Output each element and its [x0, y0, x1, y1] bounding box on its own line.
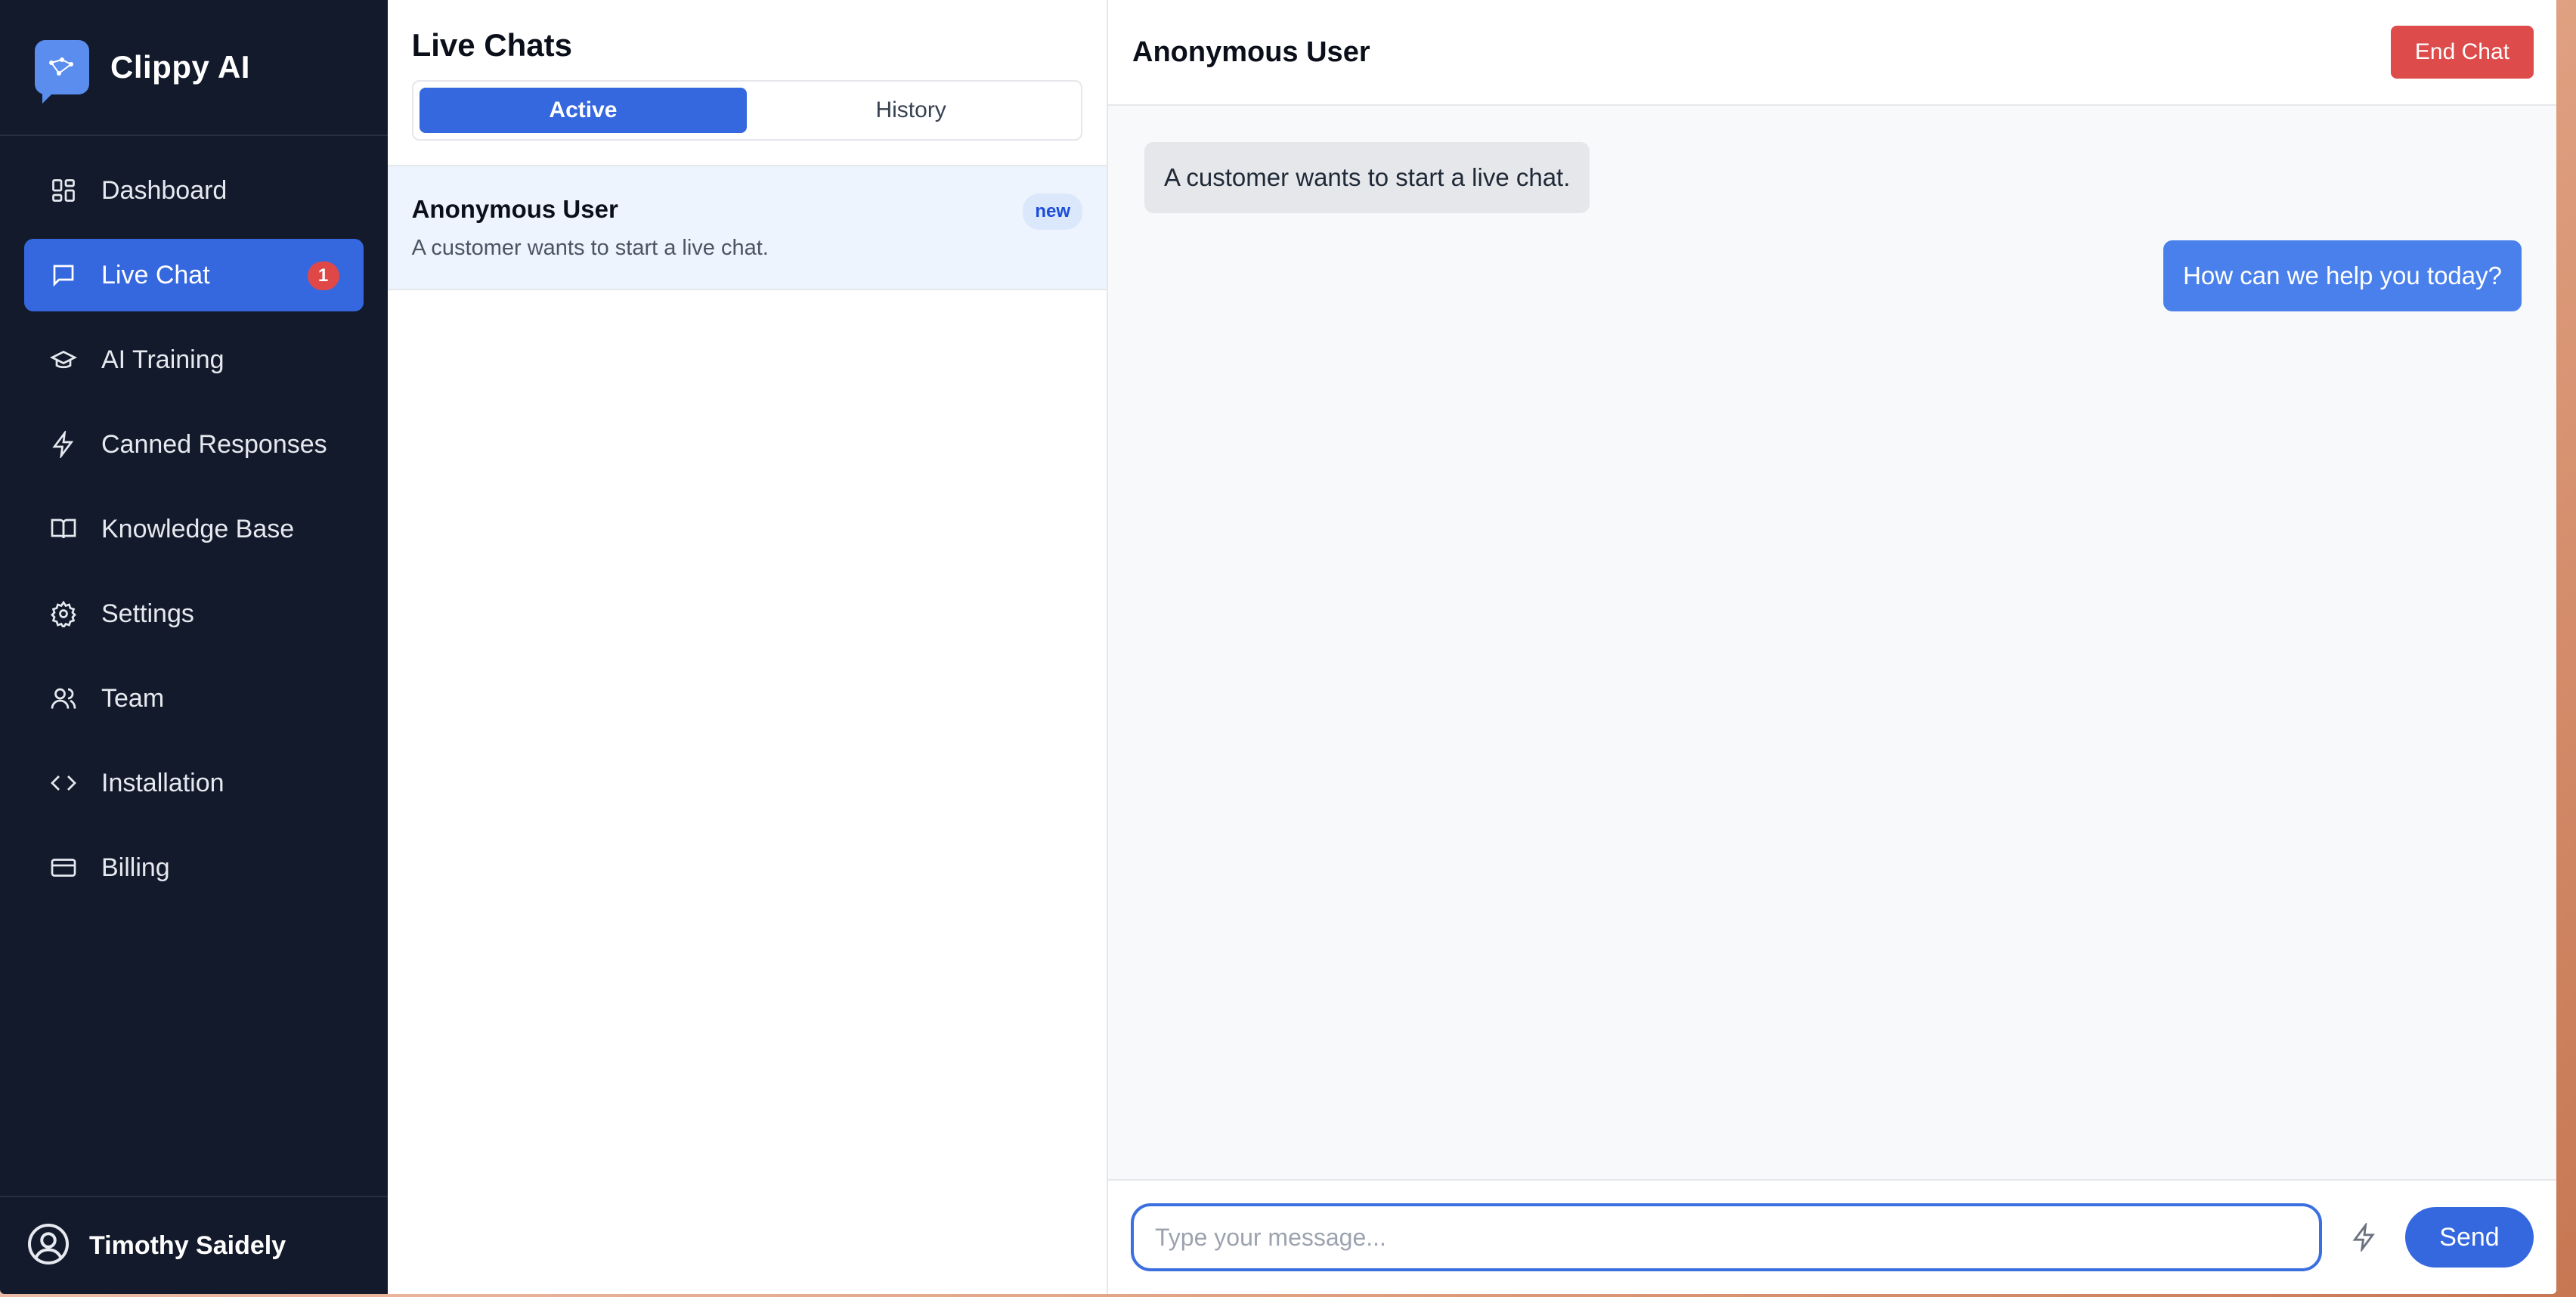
dashboard-icon: [48, 175, 79, 206]
sidebar-item-team[interactable]: Team: [24, 662, 364, 735]
chat-item-name: Anonymous User: [411, 195, 618, 223]
chat-icon: [48, 260, 79, 290]
sidebar-item-label: Canned Responses: [101, 429, 327, 459]
sidebar-item-canned-responses[interactable]: Canned Responses: [24, 408, 364, 481]
end-chat-button[interactable]: End Chat: [2390, 26, 2534, 79]
sidebar-item-billing[interactable]: Billing: [24, 831, 364, 904]
code-icon: [48, 768, 79, 798]
sidebar-item-live-chat[interactable]: Live Chat 1: [24, 239, 364, 311]
sidebar-item-label: Installation: [101, 768, 224, 797]
sidebar-item-label: AI Training: [101, 345, 224, 374]
sidebar-item-label: Live Chat: [101, 260, 210, 289]
tab-history[interactable]: History: [747, 88, 1075, 133]
chat-list-item[interactable]: Anonymous User A customer wants to start…: [387, 166, 1107, 290]
send-button[interactable]: Send: [2405, 1207, 2534, 1268]
sidebar-item-label: Billing: [101, 853, 170, 882]
conversation-panel: Anonymous User End Chat A customer wants…: [1108, 0, 2556, 1294]
chat-tabs: Active History: [411, 80, 1082, 141]
message-composer: Send: [1108, 1179, 2556, 1294]
brand-name: Clippy AI: [110, 49, 250, 85]
user-avatar-icon: [26, 1221, 71, 1271]
canned-responses-bolt-icon[interactable]: [2342, 1215, 2387, 1260]
conversation-title: Anonymous User: [1132, 36, 1370, 68]
sidebar-item-ai-training[interactable]: AI Training: [24, 323, 364, 396]
sidebar-item-settings[interactable]: Settings: [24, 577, 364, 650]
sidebar-nav: Dashboard Live Chat 1 AI Training Canned…: [0, 136, 388, 1196]
sidebar-item-label: Knowledge Base: [101, 514, 295, 543]
unread-count-badge: 1: [307, 262, 339, 290]
message-input[interactable]: [1131, 1203, 2322, 1271]
clippy-logo-icon: [35, 40, 89, 104]
new-badge: new: [1023, 193, 1082, 230]
chat-list-header: Live Chats Active History: [387, 0, 1107, 166]
chat-item-preview: A customer wants to start a live chat.: [411, 236, 769, 260]
brand[interactable]: Clippy AI: [0, 0, 388, 136]
sidebar-item-knowledge-base[interactable]: Knowledge Base: [24, 493, 364, 565]
user-name: Timothy Saidely: [89, 1230, 286, 1260]
sidebar: Clippy AI Dashboard Live Chat 1 AI Train…: [0, 0, 388, 1294]
message-thread: A customer wants to start a live chat. H…: [1108, 106, 2556, 1179]
sidebar-item-label: Settings: [101, 599, 194, 628]
chat-list-panel: Live Chats Active History Anonymous User…: [387, 0, 1108, 1294]
sidebar-item-label: Team: [101, 683, 165, 713]
book-icon: [48, 514, 79, 544]
bolt-icon: [48, 429, 79, 460]
app-window: Clippy AI Dashboard Live Chat 1 AI Train…: [0, 0, 2556, 1294]
gear-icon: [48, 599, 79, 629]
sidebar-item-label: Dashboard: [101, 175, 228, 205]
conversation-header: Anonymous User End Chat: [1108, 0, 2556, 106]
agent-message: How can we help you today?: [2163, 240, 2522, 311]
users-icon: [48, 683, 79, 714]
sidebar-item-dashboard[interactable]: Dashboard: [24, 154, 364, 227]
page-title: Live Chats: [411, 27, 572, 63]
credit-card-icon: [48, 853, 79, 883]
tab-active[interactable]: Active: [419, 88, 748, 133]
sidebar-item-installation[interactable]: Installation: [24, 747, 364, 819]
graduation-cap-icon: [48, 345, 79, 375]
customer-message: A customer wants to start a live chat.: [1144, 142, 1590, 213]
user-profile[interactable]: Timothy Saidely: [0, 1196, 388, 1294]
